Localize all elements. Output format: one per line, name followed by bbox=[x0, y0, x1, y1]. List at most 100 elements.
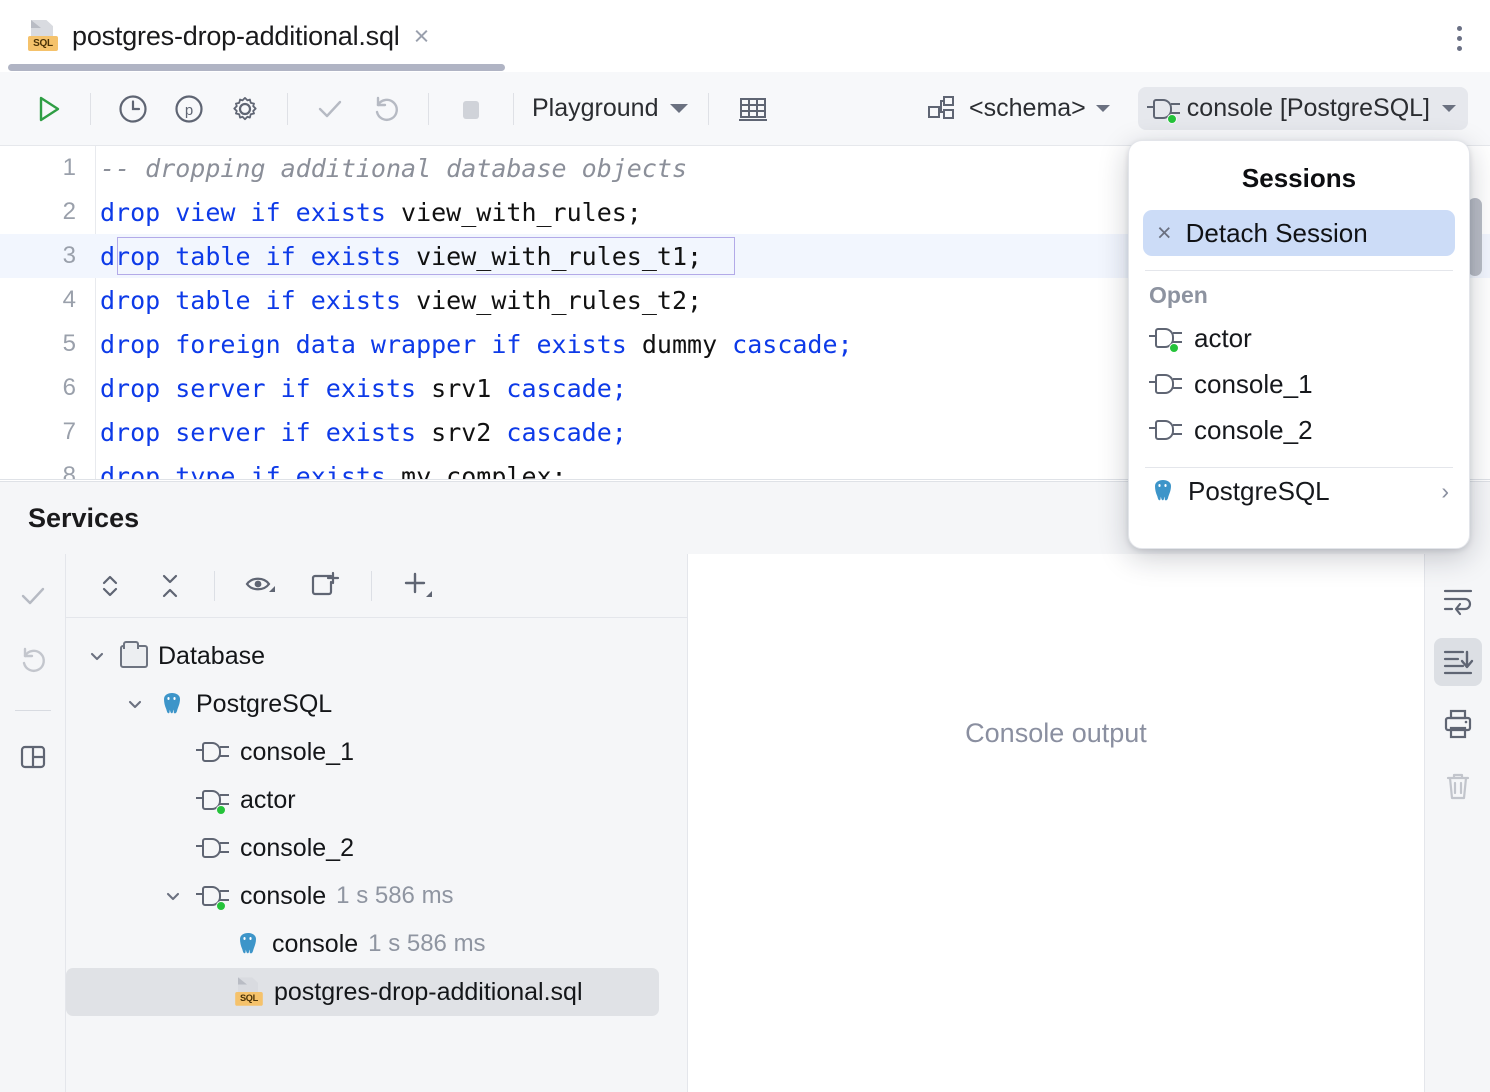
line-source: -- dropping additional database objects bbox=[76, 154, 687, 183]
rollback-undo-icon[interactable] bbox=[362, 85, 410, 133]
tree-item-label: Database bbox=[158, 642, 265, 671]
chevron-down-icon[interactable] bbox=[160, 883, 186, 909]
print-icon[interactable] bbox=[1434, 700, 1482, 748]
sessions-popup-title: Sessions bbox=[1143, 141, 1455, 210]
line-source: drop table if exists view_with_rules_t1; bbox=[76, 242, 702, 271]
commit-checkmark-icon[interactable] bbox=[9, 572, 57, 620]
plug-session-icon bbox=[196, 738, 230, 766]
schema-selector-label: <schema> bbox=[969, 94, 1086, 123]
session-item-label: console_1 bbox=[1194, 369, 1313, 400]
clock-history-icon[interactable] bbox=[109, 85, 157, 133]
postgres-elephant-icon bbox=[158, 690, 186, 718]
tree-item-actor[interactable]: actor bbox=[66, 776, 687, 824]
tree-item-duration: 1 s 586 ms bbox=[368, 930, 485, 958]
soft-wrap-icon[interactable] bbox=[1434, 576, 1482, 624]
plug-session-icon bbox=[196, 882, 230, 910]
checkmark-icon[interactable] bbox=[306, 85, 354, 133]
kebab-menu-icon[interactable] bbox=[1457, 26, 1462, 51]
tree-item-console-2[interactable]: console_2 bbox=[66, 824, 687, 872]
line-number: 3 bbox=[0, 242, 76, 270]
line-number: 2 bbox=[0, 198, 76, 226]
open-section-label: Open bbox=[1143, 271, 1455, 315]
add-plus-icon[interactable] bbox=[396, 566, 442, 606]
postgres-elephant-icon bbox=[234, 930, 262, 958]
services-tree-pane: Database PostgreSQLconsole_1actor console_… bbox=[66, 554, 688, 1092]
layout-split-icon[interactable] bbox=[9, 733, 57, 781]
line-number: 8 bbox=[0, 462, 76, 480]
line-source: drop table if exists view_with_rules_t2; bbox=[76, 286, 702, 315]
schema-selector[interactable]: <schema> bbox=[925, 94, 1110, 124]
plug-session-icon bbox=[1149, 370, 1183, 398]
session-item-console_2[interactable]: console_2 bbox=[1143, 407, 1455, 453]
collapse-all-icon[interactable] bbox=[150, 566, 190, 606]
editor-vertical-scrollbar[interactable] bbox=[1468, 198, 1482, 276]
console-output-area[interactable]: Console output bbox=[688, 554, 1424, 1092]
line-number: 5 bbox=[0, 330, 76, 358]
p-circle-icon[interactable]: p bbox=[165, 85, 213, 133]
datasource-postgresql-item[interactable]: PostgreSQL › bbox=[1143, 468, 1455, 514]
tree-item-console[interactable]: console 1 s 586 ms bbox=[66, 920, 687, 968]
toolbar-divider-2 bbox=[287, 93, 288, 125]
detach-session-item[interactable]: × Detach Session bbox=[1143, 210, 1455, 256]
gear-icon[interactable] bbox=[221, 85, 269, 133]
services-tree[interactable]: Database PostgreSQLconsole_1actor console_… bbox=[66, 618, 687, 1016]
playground-label: Playground bbox=[532, 94, 658, 123]
chevron-right-icon: › bbox=[1441, 478, 1449, 505]
sql-file-icon: SQL bbox=[28, 20, 58, 52]
folder-icon bbox=[120, 645, 148, 668]
sessions-popup: Sessions × Detach Session Open actor cons… bbox=[1128, 140, 1470, 549]
session-item-label: console_2 bbox=[1194, 415, 1313, 446]
sql-file-icon: SQL bbox=[235, 977, 263, 1006]
session-selector-label: console [PostgreSQL] bbox=[1187, 94, 1430, 123]
tree-item-postgres-drop-additional-sql[interactable]: SQLpostgres-drop-additional.sql bbox=[66, 968, 659, 1016]
close-icon[interactable]: × bbox=[414, 23, 430, 50]
tree-item-label: console_2 bbox=[240, 834, 354, 863]
session-item-console_1[interactable]: console_1 bbox=[1143, 361, 1455, 407]
editor-tab-bar: SQL postgres-drop-additional.sql × bbox=[0, 0, 1490, 72]
line-number: 6 bbox=[0, 374, 76, 402]
tab-postgres-drop-additional-sql[interactable]: SQL postgres-drop-additional.sql × bbox=[8, 0, 447, 72]
chevron-down-icon bbox=[1096, 105, 1110, 112]
line-source: drop foreign data wrapper if exists dumm… bbox=[76, 330, 853, 359]
line-source: drop type if exists my_complex; bbox=[76, 462, 567, 481]
tree-item-label: actor bbox=[240, 786, 296, 815]
services-panel: Services bbox=[0, 481, 1490, 1092]
session-selector-button[interactable]: console [PostgreSQL] bbox=[1138, 87, 1468, 130]
services-left-rail bbox=[0, 554, 66, 1092]
detach-session-label: Detach Session bbox=[1186, 218, 1368, 249]
table-grid-icon[interactable] bbox=[729, 85, 777, 133]
toolbar-divider-4 bbox=[513, 93, 514, 125]
expand-all-icon[interactable] bbox=[90, 566, 130, 606]
tree-item-database[interactable]: Database bbox=[66, 632, 687, 680]
console-output-placeholder: Console output bbox=[688, 718, 1424, 749]
services-title: Services bbox=[28, 503, 139, 534]
chevron-down-icon bbox=[670, 104, 688, 113]
tree-item-console-1[interactable]: console_1 bbox=[66, 728, 687, 776]
postgres-elephant-icon bbox=[1149, 477, 1177, 505]
services-right-rail bbox=[1424, 554, 1490, 1092]
services-body: Database PostgreSQLconsole_1actor console_… bbox=[0, 554, 1490, 1092]
new-tab-icon[interactable] bbox=[303, 566, 347, 606]
editor-toolbar: p Playground <schema> bbox=[0, 72, 1490, 146]
toolbar-divider-1 bbox=[90, 93, 91, 125]
plug-session-icon bbox=[196, 786, 230, 814]
chevron-down-icon bbox=[1442, 105, 1456, 112]
eye-filter-icon[interactable] bbox=[239, 566, 283, 606]
line-source: drop server if exists srv2 cascade; bbox=[76, 418, 627, 447]
tree-item-label: console bbox=[272, 930, 358, 959]
scroll-to-end-icon[interactable] bbox=[1434, 638, 1482, 686]
playground-dropdown[interactable]: Playground bbox=[532, 94, 688, 123]
rollback-undo-icon[interactable] bbox=[9, 636, 57, 684]
tree-item-postgresql[interactable]: PostgreSQL bbox=[66, 680, 687, 728]
chevron-down-icon[interactable] bbox=[84, 643, 110, 669]
session-item-actor[interactable]: actor bbox=[1143, 315, 1455, 361]
clear-trash-icon[interactable] bbox=[1434, 762, 1482, 810]
tree-toolbar-divider-1 bbox=[214, 571, 215, 601]
tree-item-console[interactable]: console1 s 586 ms bbox=[66, 872, 687, 920]
tab-title: postgres-drop-additional.sql bbox=[72, 21, 400, 52]
run-play-icon[interactable] bbox=[24, 85, 72, 133]
chevron-down-icon[interactable] bbox=[122, 691, 148, 717]
stop-square-icon[interactable] bbox=[447, 85, 495, 133]
line-source: drop server if exists srv1 cascade; bbox=[76, 374, 627, 403]
plug-session-icon bbox=[196, 834, 230, 862]
